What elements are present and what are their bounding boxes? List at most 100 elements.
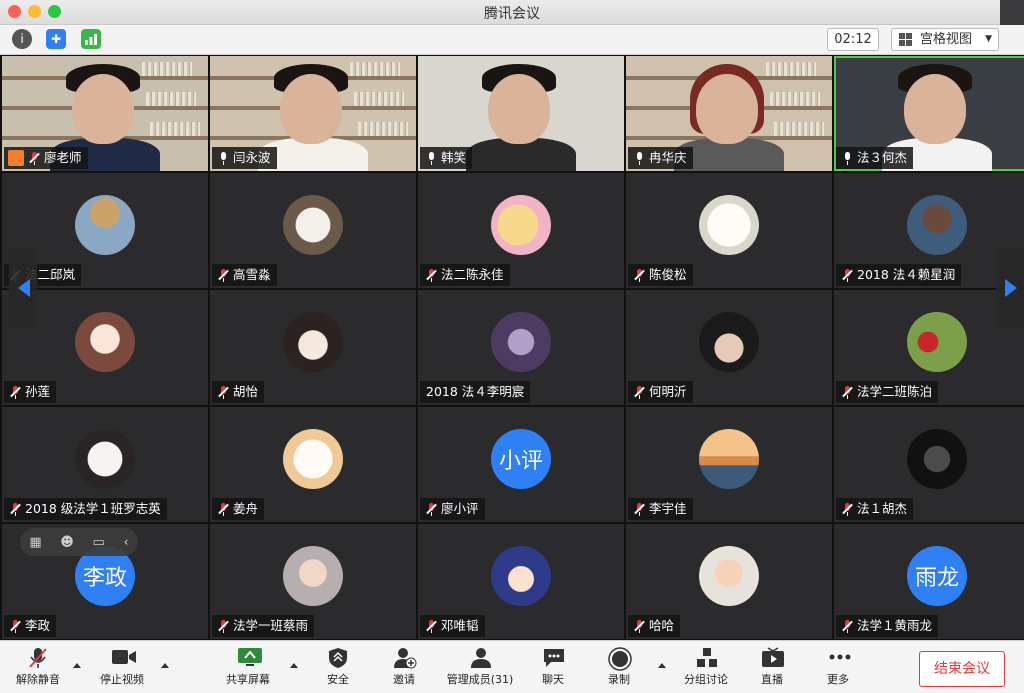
participant-name-label: 法二陈永佳	[420, 264, 510, 286]
breakout-rooms-label: 分组讨论	[684, 673, 728, 686]
info-icon[interactable]: i	[12, 29, 32, 49]
record-options-caret[interactable]	[658, 663, 666, 668]
participant-name: 陈俊松	[649, 267, 687, 282]
meeting-timer: 02:12	[827, 28, 879, 51]
host-icon	[8, 150, 24, 166]
participant-tile[interactable]: 小评 廖小评	[418, 407, 624, 522]
chevron-down-icon: ▼	[985, 34, 992, 44]
participant-tile[interactable]: 邓唯韬	[418, 524, 624, 639]
collapse-icon[interactable]: ‹	[123, 535, 128, 550]
unmute-button[interactable]: 解除静音	[3, 645, 73, 687]
emoji-icon[interactable]: ☻	[60, 535, 74, 550]
muted-mic-icon	[842, 619, 853, 633]
participant-tile[interactable]: 李宇佳	[626, 407, 832, 522]
meeting-toolbar: 解除静音 停止视频 共享屏幕 安全 邀请 管理成员(31) 聊天 录制 分组讨论…	[0, 640, 1024, 693]
participant-name: 何明沂	[649, 384, 687, 399]
previous-page-button[interactable]	[9, 248, 37, 328]
puppy-avatar	[283, 195, 343, 255]
books	[146, 92, 196, 106]
participant-name-label: 法学二班陈泊	[836, 381, 939, 403]
participant-name-label: 法学１黄雨龙	[836, 615, 939, 637]
mic-icon	[842, 151, 852, 165]
participant-name: 法学二班陈泊	[857, 384, 933, 399]
participant-name: 法学一班蔡雨	[233, 618, 309, 633]
participant-tile[interactable]: 姜舟	[210, 407, 416, 522]
participant-name-label: 何明沂	[628, 381, 693, 403]
layout-icon[interactable]: ▦	[29, 535, 41, 550]
participant-name-label: 胡怡	[212, 381, 265, 403]
giraffe-avatar	[75, 195, 135, 255]
participant-tile[interactable]: 闫永波	[210, 56, 416, 171]
share-options-caret[interactable]	[290, 663, 298, 668]
sketch-girl-avatar	[75, 429, 135, 489]
anime-girl-avatar	[75, 312, 135, 372]
participant-tile[interactable]: 法二陈永佳	[418, 173, 624, 288]
participant-tile[interactable]: 何明沂	[626, 290, 832, 405]
audio-options-caret[interactable]	[73, 663, 81, 668]
participant-name-label: 2018 级法学１班罗志英	[4, 498, 167, 520]
participant-tile[interactable]: 韩笑	[418, 56, 624, 171]
participant-tile[interactable]: 法３何杰	[834, 56, 1024, 171]
stop-video-button[interactable]: 停止视频	[87, 645, 157, 687]
shield-icon[interactable]: ✚	[46, 29, 66, 49]
participant-tile[interactable]: 2018 法４李明宸	[418, 290, 624, 405]
window-title: 腾讯会议	[484, 6, 540, 22]
muted-mic-icon	[218, 619, 229, 633]
participant-name-label: 冉华庆	[628, 147, 693, 169]
record-button[interactable]: 录制	[584, 645, 654, 687]
muted-mic-icon	[842, 502, 853, 516]
arrow-left-icon	[18, 279, 30, 297]
participant-tile[interactable]: 雨龙 法学１黄雨龙	[834, 524, 1024, 639]
manage-participants-button[interactable]: 管理成员(31)	[440, 645, 520, 687]
title-bar: 腾讯会议	[0, 0, 1024, 25]
mic-icon	[218, 151, 228, 165]
participant-name: 韩笑	[441, 150, 467, 165]
signal-icon[interactable]	[81, 29, 101, 49]
toddler-avatar	[699, 546, 759, 606]
chat-bubble-icon[interactable]: ▭	[93, 535, 105, 550]
video-options-caret[interactable]	[161, 663, 169, 668]
participant-name-label: 闫永波	[212, 147, 277, 169]
participant-tile[interactable]: 廖老师	[2, 56, 208, 171]
participant-tile[interactable]: 法１胡杰	[834, 407, 1024, 522]
muted-mic-icon	[10, 502, 21, 516]
person-face	[488, 74, 550, 144]
muted-mic-icon	[10, 385, 21, 399]
stop-video-label: 停止视频	[100, 673, 144, 686]
participants-icon	[469, 647, 491, 668]
participant-name: 2018 法４李明宸	[426, 384, 525, 399]
muted-mic-icon	[426, 619, 437, 633]
participant-tile[interactable]: 哈哈	[626, 524, 832, 639]
muted-mic-icon	[634, 268, 645, 282]
participant-name: 廖老师	[44, 150, 82, 165]
breakout-rooms-button[interactable]: 分组讨论	[671, 645, 741, 687]
participant-tile[interactable]: 高雪淼	[210, 173, 416, 288]
participant-name-label: 孙莲	[4, 381, 57, 403]
muted-mic-icon	[842, 385, 853, 399]
record-label: 录制	[608, 673, 630, 686]
participant-name: 法３何杰	[857, 150, 908, 165]
participant-name: 哈哈	[649, 618, 675, 633]
more-button[interactable]: 更多	[803, 645, 873, 687]
anime-boy-avatar	[491, 546, 551, 606]
participant-tile[interactable]: 胡怡	[210, 290, 416, 405]
end-meeting-button[interactable]: 结束会议	[919, 651, 1005, 687]
red-figure-avatar	[907, 312, 967, 372]
share-screen-label: 共享屏幕	[226, 673, 270, 686]
participant-tile[interactable]: 法学一班蔡雨	[210, 524, 416, 639]
invite-button[interactable]: 邀请	[369, 645, 439, 687]
chat-button[interactable]: 聊天	[518, 645, 588, 687]
participant-name-label: 韩笑	[420, 147, 473, 169]
participant-tile[interactable]: 冉华庆	[626, 56, 832, 171]
record-icon	[608, 647, 632, 671]
share-screen-button[interactable]: 共享屏幕	[213, 645, 283, 687]
man-photo-avatar	[907, 195, 967, 255]
view-mode-dropdown[interactable]: 宫格视图 ▼	[891, 28, 999, 51]
security-button[interactable]: 安全	[303, 645, 373, 687]
participant-tile[interactable]: 2018 级法学１班罗志英	[2, 407, 208, 522]
participant-tile[interactable]: 陈俊松	[626, 173, 832, 288]
books	[358, 122, 408, 136]
muted-mic-icon	[634, 619, 645, 633]
next-page-button[interactable]	[996, 248, 1024, 328]
live-stream-button[interactable]: 直播	[737, 645, 807, 687]
